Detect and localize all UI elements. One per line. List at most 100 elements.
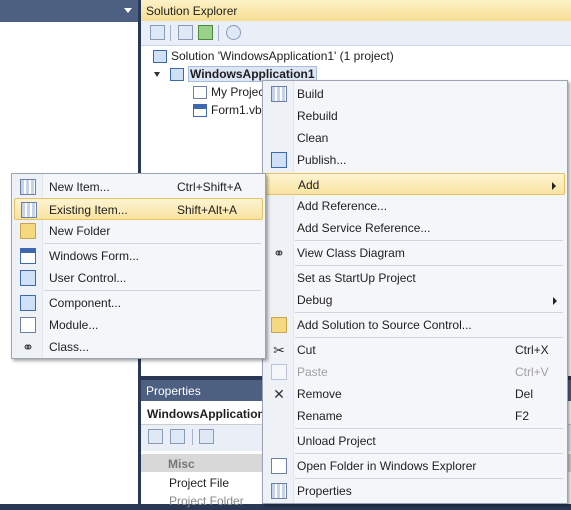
menu-item-open-folder[interactable]: Open Folder in Windows Explorer xyxy=(265,455,565,477)
menu-item-label: Class... xyxy=(49,340,90,354)
module-icon xyxy=(20,317,36,333)
menu-separator xyxy=(295,478,563,479)
new-item-icon xyxy=(20,179,36,195)
property-name: Project Folder xyxy=(169,494,244,508)
menu-item-label: Add Solution to Source Control... xyxy=(297,318,472,332)
submenu-item-class[interactable]: ⚭ Class... xyxy=(14,336,263,358)
new-folder-icon xyxy=(20,223,36,239)
submenu-arrow-icon xyxy=(552,182,556,190)
expand-arrow-icon[interactable] xyxy=(154,72,160,78)
class-icon: ⚭ xyxy=(22,339,34,355)
menu-separator xyxy=(44,290,261,291)
menu-item-shortcut: F2 xyxy=(515,409,530,423)
tree-item-solution[interactable]: Solution 'WindowsApplication1' (1 projec… xyxy=(153,47,394,65)
toolbar-separator xyxy=(170,25,171,41)
panel-title: Solution Explorer xyxy=(146,4,238,18)
menu-item-cut[interactable]: ✂ Cut Ctrl+X xyxy=(265,339,565,361)
property-pages-icon[interactable] xyxy=(199,429,214,444)
submenu-item-existing-item[interactable]: Existing Item... Shift+Alt+A xyxy=(14,198,263,220)
tree-item-label: Solution 'WindowsApplication1' (1 projec… xyxy=(171,49,394,63)
solution-explorer-title-bar: Solution Explorer xyxy=(141,0,571,22)
open-folder-icon xyxy=(271,458,287,474)
menu-item-set-startup-project[interactable]: Set as StartUp Project xyxy=(265,267,565,289)
menu-item-label: Rename xyxy=(297,409,343,423)
scissors-icon: ✂ xyxy=(273,342,285,358)
property-name: Project File xyxy=(169,476,230,490)
menu-item-add-to-source-control[interactable]: Add Solution to Source Control... xyxy=(265,314,565,336)
menu-item-shortcut: Del xyxy=(515,387,534,401)
dropdown-arrow-icon[interactable] xyxy=(124,8,132,13)
tree-item-my-project[interactable]: My Projec xyxy=(193,83,264,101)
menu-item-label: Unload Project xyxy=(297,434,376,448)
menu-item-label: Cut xyxy=(297,343,316,357)
submenu-item-new-item[interactable]: New Item... Ctrl+Shift+A xyxy=(14,176,263,198)
menu-separator xyxy=(295,312,563,313)
menu-item-label: Windows Form... xyxy=(49,249,140,263)
submenu-item-module[interactable]: Module... xyxy=(14,314,263,336)
menu-item-label: New Folder xyxy=(49,224,111,238)
menu-item-label: Publish... xyxy=(297,153,347,167)
submenu-arrow-icon xyxy=(553,297,557,305)
component-icon xyxy=(20,295,36,311)
menu-item-label: Set as StartUp Project xyxy=(297,271,416,285)
my-project-icon xyxy=(193,86,207,100)
submenu-item-new-folder[interactable]: New Folder xyxy=(14,220,263,242)
paste-icon xyxy=(271,364,287,380)
submenu-item-component[interactable]: Component... xyxy=(14,292,263,314)
tree-item-label: My Projec xyxy=(211,85,265,99)
user-control-icon xyxy=(20,270,36,286)
menu-item-paste[interactable]: Paste Ctrl+V xyxy=(265,361,565,383)
menu-item-rebuild[interactable]: Rebuild xyxy=(265,105,565,127)
submenu-item-windows-form[interactable]: Windows Form... xyxy=(14,245,263,267)
properties-icon xyxy=(271,483,287,499)
menu-item-clean[interactable]: Clean xyxy=(265,127,565,149)
tree-item-label: Form1.vb xyxy=(211,103,262,117)
menu-item-shortcut: Ctrl+V xyxy=(515,365,549,379)
menu-item-rename[interactable]: Rename F2 xyxy=(265,405,565,427)
menu-item-label: User Control... xyxy=(49,271,127,285)
menu-separator xyxy=(295,428,563,429)
menu-item-label: Add xyxy=(298,178,320,192)
show-all-files-icon[interactable] xyxy=(178,25,193,40)
menu-item-publish[interactable]: Publish... xyxy=(265,149,565,171)
menu-item-shortcut: Shift+Alt+A xyxy=(177,203,238,217)
menu-item-label: Add Reference... xyxy=(297,199,388,213)
menu-separator xyxy=(295,453,563,454)
menu-item-remove[interactable]: ✕ Remove Del xyxy=(265,383,565,405)
panel-title: Properties xyxy=(146,384,201,398)
menu-item-label: Paste xyxy=(297,365,328,379)
refresh-icon[interactable] xyxy=(198,25,213,40)
menu-item-properties[interactable]: Properties xyxy=(265,480,565,502)
menu-item-label: Clean xyxy=(297,131,329,145)
add-submenu: New Item... Ctrl+Shift+A Existing Item..… xyxy=(11,173,266,359)
alphabetical-icon[interactable] xyxy=(170,429,185,444)
menu-item-label: Properties xyxy=(297,484,352,498)
form-file-icon xyxy=(193,104,207,118)
existing-item-icon xyxy=(21,202,37,218)
view-class-diagram-icon[interactable] xyxy=(226,25,241,40)
toolbar-separator xyxy=(218,25,219,41)
categorized-icon[interactable] xyxy=(148,429,163,444)
menu-item-unload-project[interactable]: Unload Project xyxy=(265,430,565,452)
menu-item-add[interactable]: Add xyxy=(265,173,565,195)
menu-item-add-service-reference[interactable]: Add Service Reference... xyxy=(265,217,565,239)
menu-item-label: New Item... xyxy=(49,180,110,194)
menu-item-label: View Class Diagram xyxy=(297,246,405,260)
tree-item-form1[interactable]: Form1.vb xyxy=(193,101,262,119)
menu-separator xyxy=(295,265,563,266)
solution-icon xyxy=(153,50,167,64)
category-label: Misc xyxy=(168,457,195,471)
solution-explorer-toolbar xyxy=(141,21,571,46)
vb-project-icon xyxy=(170,68,184,82)
menu-item-add-reference[interactable]: Add Reference... xyxy=(265,195,565,217)
menu-item-label: Module... xyxy=(49,318,99,332)
windows-form-icon xyxy=(20,248,36,264)
properties-tool-icon[interactable] xyxy=(150,25,165,40)
submenu-item-user-control[interactable]: User Control... xyxy=(14,267,263,289)
menu-separator xyxy=(44,243,261,244)
menu-item-build[interactable]: Build xyxy=(265,83,565,105)
menu-item-label: Rebuild xyxy=(297,109,338,123)
menu-item-view-class-diagram[interactable]: ⚭ View Class Diagram xyxy=(265,242,565,264)
menu-item-label: Add Service Reference... xyxy=(297,221,431,235)
menu-item-debug[interactable]: Debug xyxy=(265,289,565,311)
